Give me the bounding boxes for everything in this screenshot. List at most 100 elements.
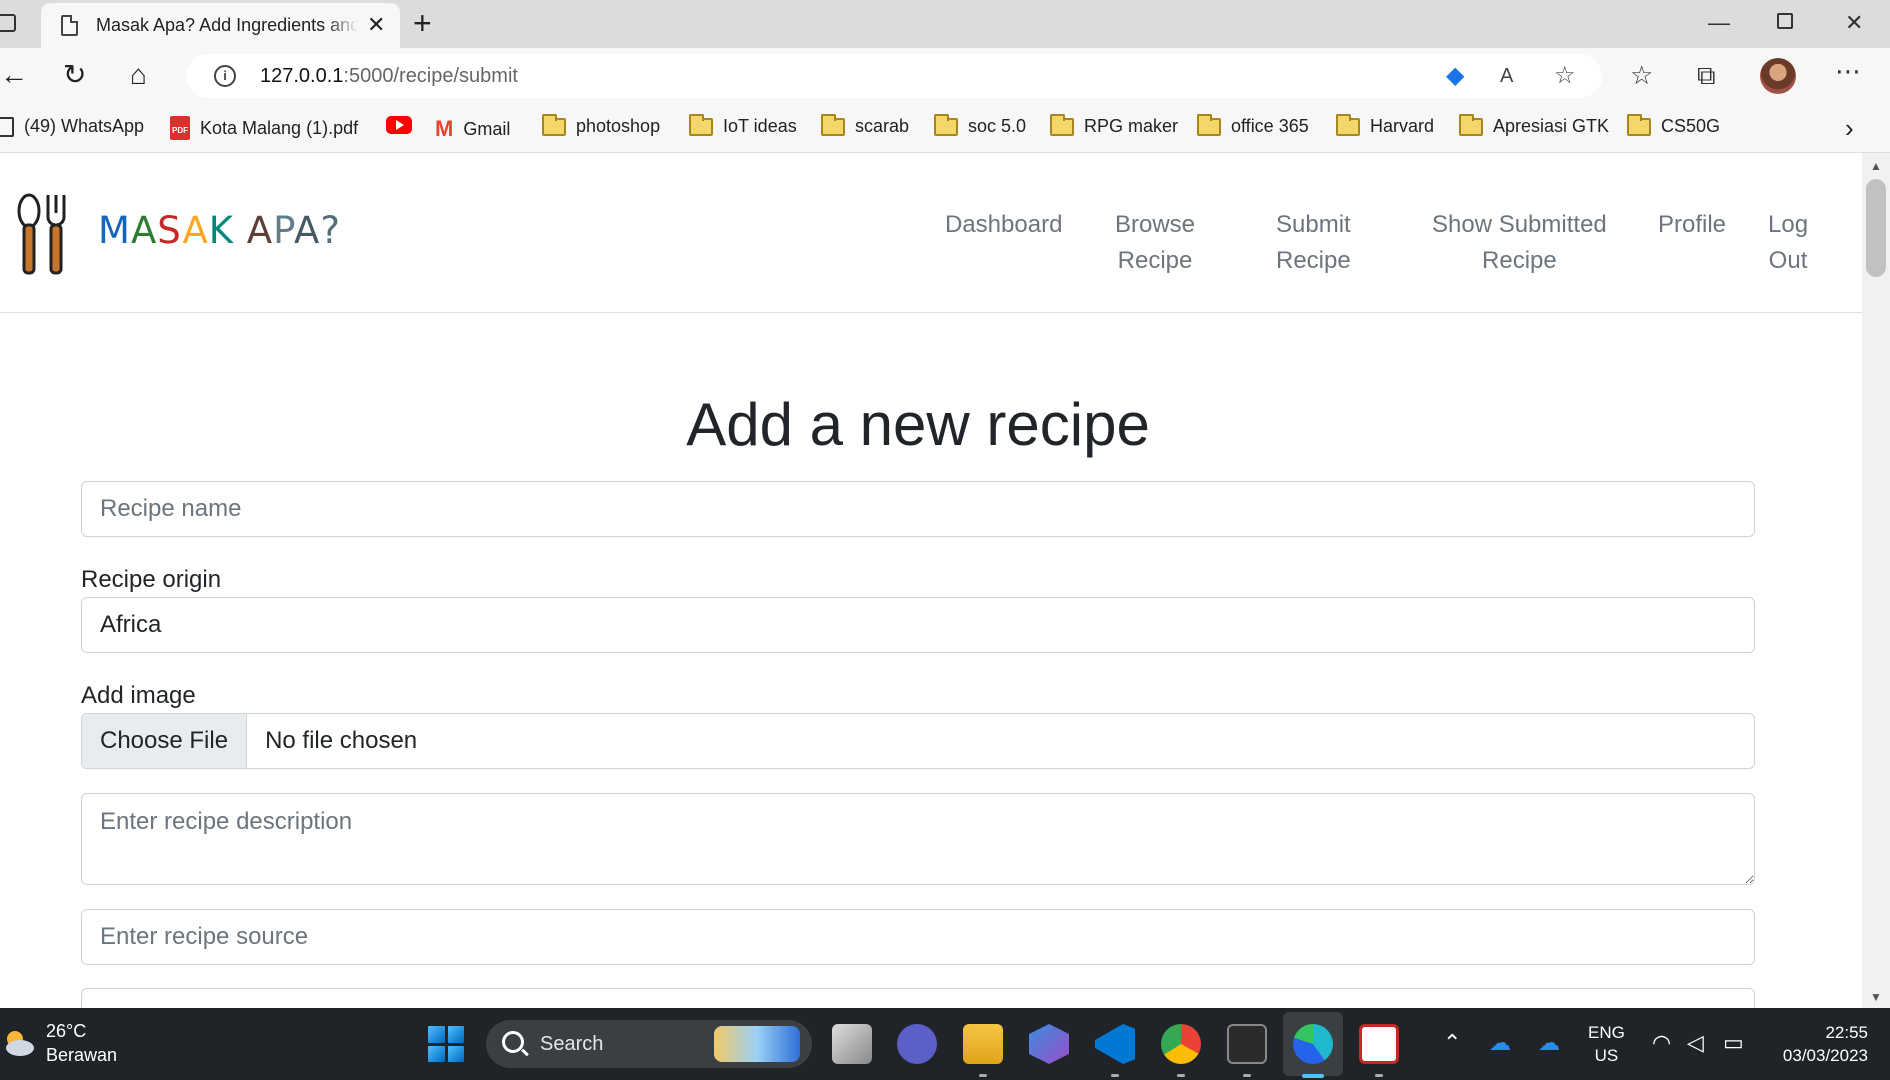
recipe-source-input[interactable]: Enter recipe source [81, 909, 1755, 965]
bookmark-office-365[interactable]: office 365 [1197, 113, 1309, 137]
taskbar-search[interactable]: Search [486, 1020, 812, 1068]
system-clock[interactable]: 22:55 03/03/2023 [1770, 1021, 1868, 1067]
folder-icon [821, 113, 845, 136]
chevron-up-icon[interactable]: ⌃ [1443, 1030, 1461, 1056]
site-navbar: MASAK APA? Dashboard Browse Recipe Submit… [0, 153, 1862, 313]
bookmark-kota-malang[interactable]: PDF Kota Malang (1).pdf [170, 116, 358, 140]
add-image-label: Add image [81, 682, 196, 709]
running-indicator [979, 1074, 987, 1077]
nav-label: Dashboard [945, 211, 1063, 238]
bookmark-gmail[interactable]: M Gmail [435, 116, 510, 142]
chevron-right-icon[interactable]: › [1845, 113, 1854, 144]
bookmark-whatsapp[interactable]: (49) WhatsApp [0, 116, 144, 137]
nav-profile[interactable]: Profile [1658, 207, 1726, 243]
volume-icon[interactable]: ◁ [1687, 1030, 1704, 1056]
nav-label: Profile [1658, 211, 1727, 238]
file-status-text: No file chosen [265, 727, 418, 754]
bookmark-youtube[interactable] [386, 116, 412, 134]
temperature-text[interactable]: 26°C [46, 1021, 86, 1042]
window-close-icon[interactable]: ✕ [1845, 10, 1863, 36]
edge-browser-icon[interactable] [1293, 1024, 1333, 1064]
more-menu-icon[interactable]: ⋯ [1835, 56, 1861, 86]
read-aloud-icon[interactable]: A [1500, 62, 1513, 90]
bookmark-scarab[interactable]: scarab [821, 113, 909, 137]
nav-show-submitted-recipe[interactable]: Show Submitted Recipe [1432, 207, 1607, 279]
recipe-name-input[interactable]: Recipe name [81, 481, 1755, 537]
refresh-icon[interactable]: ↻ [63, 60, 86, 90]
wifi-icon[interactable]: ◠ [1652, 1030, 1671, 1056]
nav-label: Submit [1276, 211, 1351, 238]
snipping-tool-icon[interactable] [1359, 1024, 1399, 1064]
battery-icon[interactable]: ▭ [1723, 1030, 1744, 1056]
weather-cloudy-icon[interactable] [2, 1026, 36, 1060]
windows-taskbar: 26°C Berawan Search ⌃ ☁ ☁ ENG US ◠ ◁ ▭ 22… [0, 1008, 1890, 1080]
recipe-origin-select[interactable]: Africa [81, 597, 1755, 653]
nav-label: Recipe [1276, 247, 1351, 274]
back-arrow-icon[interactable]: ← [0, 60, 28, 90]
nav-label: Out [1768, 247, 1808, 274]
onedrive-sync-icon[interactable]: ☁ [1538, 1030, 1560, 1056]
bookmark-rpg-maker[interactable]: RPG maker [1050, 113, 1178, 137]
bookmark-apresiasi-gtk[interactable]: Apresiasi GTK [1459, 113, 1609, 137]
bookmark-iot-ideas[interactable]: IoT ideas [689, 113, 797, 137]
home-icon[interactable]: ⌂ [130, 60, 147, 90]
copilot-icon[interactable] [1029, 1024, 1069, 1064]
teams-chat-icon[interactable] [897, 1024, 937, 1064]
tab-close-icon[interactable]: ✕ [367, 13, 385, 37]
image-file-input[interactable]: Choose File No file chosen [81, 713, 1755, 769]
scroll-up-icon[interactable]: ▲ [1870, 159, 1882, 173]
tab-actions-icon[interactable] [0, 14, 16, 32]
clock-date: 03/03/2023 [1782, 1046, 1868, 1065]
shopping-tag-icon[interactable]: ◆ [1446, 62, 1464, 90]
address-bar[interactable]: i 127.0.0.1:5000/recipe/submit ◆ A ☆ [186, 54, 1602, 98]
recipe-description-textarea[interactable] [81, 793, 1755, 885]
terminal-icon[interactable] [1227, 1024, 1267, 1064]
choose-file-button[interactable]: Choose File [82, 714, 248, 768]
youtube-icon [386, 116, 412, 134]
chrome-icon[interactable] [1161, 1024, 1201, 1064]
input-language[interactable]: ENG US [1588, 1021, 1625, 1067]
brand-logo-text[interactable]: MASAK APA? [98, 209, 341, 252]
recipe-name-placeholder: Recipe name [100, 495, 242, 522]
weather-condition-text[interactable]: Berawan [46, 1045, 117, 1066]
scrollbar-thumb[interactable] [1866, 179, 1886, 277]
nav-dashboard[interactable]: Dashboard [945, 207, 1062, 243]
add-favorite-icon[interactable]: ☆ [1554, 62, 1576, 90]
bookmark-cs50g[interactable]: CS50G [1627, 113, 1720, 137]
browser-tab[interactable]: Masak Apa? Add Ingredients and ✕ [41, 3, 400, 48]
windows-start-icon[interactable] [428, 1026, 464, 1062]
gmail-icon: M [435, 116, 454, 141]
vscode-icon[interactable] [1095, 1024, 1135, 1064]
url-text[interactable]: 127.0.0.1:5000/recipe/submit [260, 65, 518, 88]
running-indicator [1111, 1074, 1119, 1077]
restore-icon[interactable] [1777, 13, 1793, 29]
onedrive-icon[interactable]: ☁ [1489, 1030, 1511, 1056]
search-icon [502, 1031, 524, 1053]
page-scrollbar[interactable]: ▲ ▼ [1862, 153, 1890, 1008]
running-indicator [1375, 1074, 1383, 1077]
nav-submit-recipe[interactable]: Submit Recipe [1276, 207, 1351, 279]
running-indicator [1243, 1074, 1251, 1077]
recipe-source-placeholder: Enter recipe source [100, 923, 309, 950]
nav-log-out[interactable]: Log Out [1768, 207, 1808, 279]
next-form-field[interactable] [81, 988, 1755, 1008]
recipe-origin-label: Recipe origin [81, 566, 222, 593]
clock-time: 22:55 [1825, 1023, 1868, 1042]
profile-avatar[interactable] [1760, 58, 1796, 94]
scroll-down-icon[interactable]: ▼ [1870, 990, 1882, 1004]
bookmark-photoshop[interactable]: photoshop [542, 113, 660, 137]
address-toolbar: ← ↻ ⌂ i 127.0.0.1:5000/recipe/submit ◆ A… [0, 48, 1890, 105]
favorites-icon[interactable]: ☆ [1630, 60, 1653, 90]
new-tab-icon[interactable]: + [413, 7, 432, 39]
collections-icon[interactable]: ⧉ [1697, 60, 1716, 90]
spoon-fork-logo-icon[interactable] [16, 191, 68, 277]
bookmark-harvard[interactable]: Harvard [1336, 113, 1434, 137]
file-explorer-icon[interactable] [963, 1024, 1003, 1064]
site-info-icon[interactable]: i [214, 65, 236, 87]
bookmark-soc[interactable]: soc 5.0 [934, 113, 1026, 137]
pdf-icon: PDF [170, 116, 190, 140]
minimize-icon[interactable]: — [1708, 10, 1730, 36]
task-view-icon[interactable] [832, 1024, 872, 1064]
nav-browse-recipe[interactable]: Browse Recipe [1115, 207, 1195, 279]
nav-label: Recipe [1117, 247, 1193, 274]
